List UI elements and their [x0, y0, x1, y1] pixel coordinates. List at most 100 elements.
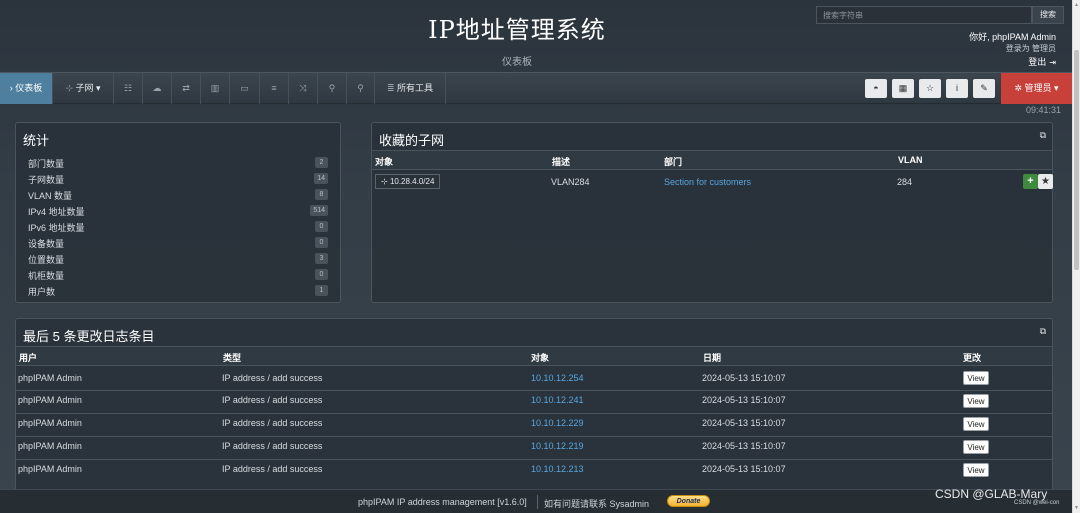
nav-dashboard[interactable]: › 仪表板: [0, 73, 52, 104]
stats-row: 子网数量 14: [28, 171, 328, 187]
stats-badge: 0: [315, 221, 328, 232]
subnet-link[interactable]: ⊹ 10.28.4.0/24: [375, 174, 441, 189]
grid-icon[interactable]: ▦: [892, 79, 914, 98]
stats-badge: 514: [310, 205, 328, 216]
add-icon[interactable]: +: [1023, 174, 1038, 189]
nav-subnets-label: 子网: [75, 83, 94, 93]
row-object-link[interactable]: 10.10.12.241: [531, 395, 584, 405]
favorites-title: 收藏的子网: [379, 133, 445, 148]
col-object: 对象: [375, 157, 394, 167]
row-user: phpIPAM Admin: [18, 373, 82, 383]
cloud-icon[interactable]: ☁: [143, 73, 171, 104]
list-icon[interactable]: ≡: [260, 73, 288, 104]
changelog-title: 最后 5 条更改日志条目: [23, 326, 155, 345]
scroll-down-icon[interactable]: ▼: [1074, 505, 1079, 511]
changelog-title-prefix: 最后: [23, 329, 50, 344]
footer-contact-link[interactable]: 如有问题请联系 Sysadmin: [544, 497, 649, 510]
clock: 09:41:31: [1025, 105, 1061, 115]
star-icon[interactable]: ☆: [919, 79, 941, 98]
stats-badge: 3: [315, 253, 328, 264]
caret-down-icon: ▾: [1054, 83, 1059, 93]
row-date: 2024-05-13 15:10:07: [702, 373, 786, 383]
map-icon[interactable]: ▥: [201, 73, 229, 104]
favorite-description: VLAN284: [551, 177, 590, 187]
scroll-thumb[interactable]: [1074, 50, 1079, 270]
search-button[interactable]: 搜索: [1032, 6, 1064, 24]
stats-label: 部门数量: [28, 159, 65, 169]
col-user: 用户: [19, 353, 38, 363]
favorite-subnets-panel: 收藏的子网 ⧉ 对象 描述 部门 VLAN: [371, 122, 1053, 303]
stats-row: 用户数 1: [28, 283, 328, 299]
nav-subnets[interactable]: ⊹ 子网 ▾: [53, 73, 113, 104]
row-date: 2024-05-13 15:10:07: [702, 441, 786, 451]
row-object-link[interactable]: 10.10.12.213: [531, 464, 584, 474]
gear-icon: ✲: [1014, 83, 1022, 93]
info-icon[interactable]: i: [946, 79, 968, 98]
search-icon[interactable]: ⚲: [347, 73, 374, 104]
watermark-small: CSDN @wei-con: [1014, 500, 1060, 506]
row-type: IP address / add success: [222, 464, 323, 474]
view-button[interactable]: View: [963, 463, 989, 477]
donate-button[interactable]: Donate: [667, 495, 710, 507]
page-scrollbar[interactable]: ▲ ▼: [1072, 0, 1080, 513]
view-button[interactable]: View: [963, 394, 989, 408]
stats-label: 位置数量: [28, 255, 65, 265]
stats-badge: 14: [314, 173, 328, 184]
admin-menu-button[interactable]: ✲ 管理员 ▾: [1001, 73, 1072, 104]
col-type: 类型: [223, 353, 242, 363]
search-input[interactable]: [816, 6, 1032, 24]
col-description: 描述: [552, 157, 571, 167]
favorite-section-link[interactable]: Section for customers: [664, 177, 751, 187]
random-icon[interactable]: ⤨: [289, 73, 317, 104]
exchange-icon[interactable]: ⇄: [172, 73, 200, 104]
col-section: 部门: [664, 157, 683, 167]
row-object-link[interactable]: 10.10.12.219: [531, 441, 584, 451]
sitemap-icon: ⊹: [381, 177, 388, 186]
list-icon: ≣: [386, 83, 395, 93]
col-change: 更改: [963, 353, 982, 363]
admin-menu-label: 管理员: [1024, 83, 1052, 93]
external-link-icon[interactable]: ⧉: [1040, 326, 1046, 337]
stats-label: IPv6 地址数量: [28, 223, 85, 233]
row-user: phpIPAM Admin: [18, 395, 82, 405]
stats-row: 设备数量 0: [28, 235, 328, 251]
row-date: 2024-05-13 15:10:07: [702, 418, 786, 428]
row-user: phpIPAM Admin: [18, 441, 82, 451]
stats-label: IPv4 地址数量: [28, 207, 85, 217]
row-object-link[interactable]: 10.10.12.229: [531, 418, 584, 428]
stats-row: IPv4 地址数量 514: [28, 203, 328, 219]
desktop-icon[interactable]: ▭: [230, 73, 259, 104]
row-object-link[interactable]: 10.10.12.254: [531, 373, 584, 383]
row-type: IP address / add success: [222, 418, 323, 428]
stats-row: 部门数量 2: [28, 155, 328, 171]
search-plus-icon[interactable]: ⚲: [318, 73, 346, 104]
view-button[interactable]: View: [963, 417, 989, 431]
changelog-title-suffix: 条更改日志条目: [63, 329, 155, 344]
stats-row: VLAN 数量 8: [28, 187, 328, 203]
star-icon[interactable]: ★: [1038, 174, 1053, 189]
scroll-up-icon[interactable]: ▲: [1074, 2, 1079, 8]
caret-down-icon: ▾: [96, 83, 101, 93]
view-button[interactable]: View: [963, 371, 989, 385]
view-button[interactable]: View: [963, 440, 989, 454]
wrench-icon[interactable]: ✎: [973, 79, 995, 98]
external-link-icon[interactable]: ⧉: [1040, 130, 1046, 141]
row-date: 2024-05-13 15:10:07: [702, 464, 786, 474]
users-icon[interactable]: ☷: [114, 73, 142, 104]
logout-label: 登出: [1028, 57, 1047, 67]
logout-link[interactable]: 登出 ⇥: [1028, 55, 1056, 68]
stats-row: 位置数量 3: [28, 251, 328, 267]
logout-icon: ⇥: [1049, 58, 1056, 67]
sitemap-icon: ⊹: [65, 83, 73, 93]
nav-all-tools-label: 所有工具: [397, 83, 434, 93]
stats-label: 机柜数量: [28, 271, 65, 281]
chevron-right-icon: ›: [9, 83, 13, 93]
favorites-table-header: [372, 150, 1052, 170]
row-type: IP address / add success: [222, 373, 323, 383]
stats-label: 用户数: [28, 287, 56, 297]
col-vlan: VLAN: [898, 155, 923, 165]
dashboard-icon[interactable]: ◓: [865, 79, 887, 98]
nav-all-tools[interactable]: ≣ 所有工具: [375, 73, 445, 104]
changelog-title-count: 5: [52, 329, 60, 344]
stats-badge: 0: [315, 269, 328, 280]
